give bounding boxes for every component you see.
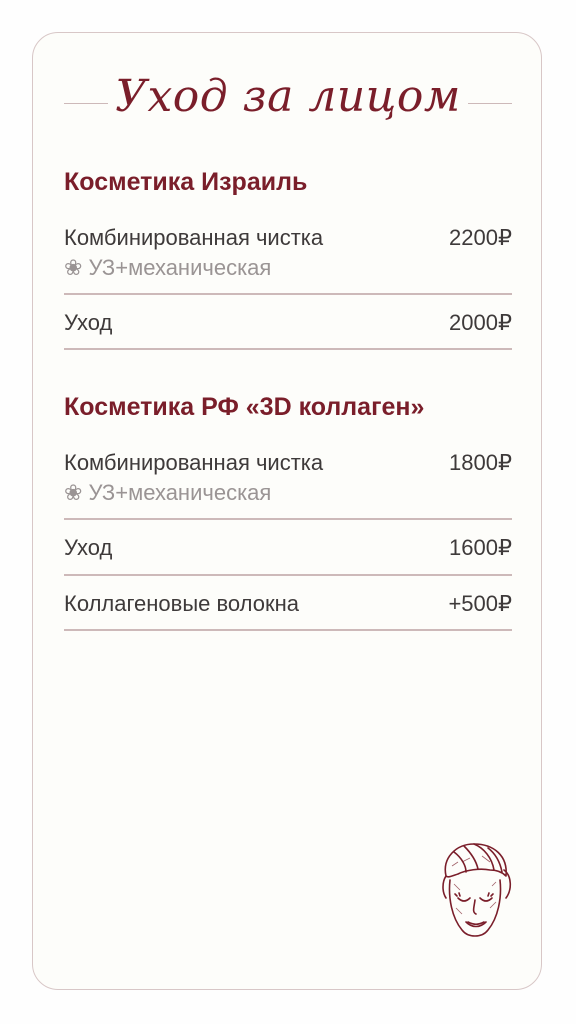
section-heading-rf-collagen: Косметика РФ «3D коллаген» [64, 393, 425, 421]
page-title: Уход за лицом [115, 71, 461, 122]
row-divider [64, 518, 512, 520]
flower-icon: ❀ [64, 255, 83, 280]
service-row: Уход 1600₽ [64, 534, 512, 564]
service-price: 1800₽ [449, 450, 512, 475]
service-row: Комбинированная чистка 2200₽ ❀ УЗ+механич… [64, 224, 512, 284]
service-note: ❀ УЗ+механическая [64, 254, 271, 282]
service-price: 1600₽ [449, 535, 512, 560]
row-divider [64, 574, 512, 576]
face-mask-towel-icon [442, 843, 512, 937]
row-divider [64, 293, 512, 295]
service-price: +500₽ [448, 591, 512, 616]
service-note-text: УЗ+механическая [88, 255, 272, 280]
service-name: Комбинированная чистка [64, 225, 324, 250]
row-divider [64, 629, 512, 631]
service-price: 2200₽ [449, 225, 512, 250]
service-row: Уход 2000₽ [64, 309, 512, 339]
service-row: Комбинированная чистка 1800₽ ❀ УЗ+механич… [64, 449, 512, 509]
row-divider [64, 348, 512, 350]
title-divider-right [468, 103, 512, 104]
service-name: Коллагеновые волокна [64, 591, 300, 616]
service-name: Уход [64, 310, 113, 335]
service-row: Коллагеновые волокна +500₽ [64, 590, 512, 620]
flower-icon: ❀ [64, 480, 83, 505]
service-name: Уход [64, 535, 113, 560]
title-divider-left [64, 103, 108, 104]
service-note-text: УЗ+механическая [88, 480, 272, 505]
service-price: 2000₽ [449, 310, 512, 335]
section-heading-israel: Косметика Израиль [64, 168, 308, 196]
service-note: ❀ УЗ+механическая [64, 479, 271, 507]
service-name: Комбинированная чистка [64, 450, 324, 475]
